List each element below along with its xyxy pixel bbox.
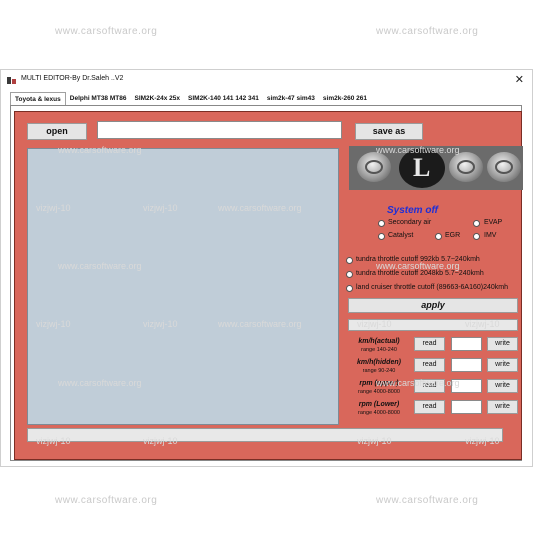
watermark-tag: vizjwj-10 bbox=[143, 319, 178, 329]
rpm-lower-field[interactable] bbox=[451, 400, 482, 414]
watermark-tag: vizjwj-10 bbox=[143, 203, 178, 213]
imv-label: IMV bbox=[484, 232, 497, 239]
tab-bar: Toyota & lexus Delphi MT38 MT86 SIM2K-24… bbox=[10, 92, 371, 107]
tab-delphi[interactable]: Delphi MT38 MT86 bbox=[66, 92, 131, 106]
kmh-actual-label: km/h(actual) bbox=[358, 338, 400, 345]
file-path-field[interactable] bbox=[97, 121, 342, 139]
kmh-hidden-label: km/h(hidden) bbox=[357, 359, 401, 366]
watermark-tag: vizjwj-10 bbox=[36, 319, 71, 329]
watermark-bottom-right: www.carsoftware.org bbox=[376, 495, 479, 506]
watermark-top-left: www.carsoftware.org bbox=[55, 26, 158, 37]
watermark-overlay: www.carsoftware.org bbox=[58, 378, 142, 388]
secondary-air-radio[interactable] bbox=[378, 220, 385, 227]
watermark-overlay: www.carsoftware.org bbox=[58, 261, 142, 271]
rpm-lower-write-button[interactable]: write bbox=[487, 400, 518, 414]
tab-sim2k-140[interactable]: SIM2K-140 141 142 341 bbox=[184, 92, 263, 106]
title-bar: MULTI EDITOR-By Dr.Saleh ..V2 ✕ bbox=[1, 70, 532, 92]
watermark-bottom-left: www.carsoftware.org bbox=[55, 495, 158, 506]
toyota-emblem-icon bbox=[487, 152, 521, 182]
evap-label: EVAP bbox=[484, 219, 503, 226]
secondary-air-label: Secondary air bbox=[388, 219, 432, 226]
watermark-overlay: www.carsoftware.org bbox=[58, 145, 142, 155]
system-status-label: System off bbox=[387, 205, 438, 216]
watermark-tag: vizjwj-10 bbox=[36, 436, 71, 446]
rpm-upper-range: range 4000-8000 bbox=[358, 389, 400, 395]
apply-button[interactable]: apply bbox=[348, 298, 518, 313]
kmh-hidden-write-button[interactable]: write bbox=[487, 358, 518, 372]
kmh-hidden-range: range 90-240 bbox=[362, 368, 396, 374]
watermark-top-right: www.carsoftware.org bbox=[376, 26, 479, 37]
throttle-option-2-radio[interactable] bbox=[346, 271, 353, 278]
main-panel: open save as L System off Secondary air … bbox=[14, 111, 523, 460]
watermark-tag: vizjwj-10 bbox=[357, 319, 392, 329]
toyota-emblem-icon bbox=[449, 152, 483, 182]
catalyst-label: Catalyst bbox=[388, 232, 414, 239]
watermark-tag: vizjwj-10 bbox=[357, 436, 392, 446]
imv-radio[interactable] bbox=[473, 233, 480, 240]
rpm-upper-write-button[interactable]: write bbox=[487, 379, 518, 393]
throttle-option-1-radio[interactable] bbox=[346, 257, 353, 264]
throttle-option-3-label: land cruiser throttle cutoff (89663-6A16… bbox=[356, 284, 509, 291]
tab-sim2k-47[interactable]: sim2k-47 sim43 bbox=[263, 92, 319, 106]
watermark-overlay: www.carsoftware.org bbox=[218, 319, 302, 329]
catalyst-radio[interactable] bbox=[378, 233, 385, 240]
watermark-overlay: www.carsoftware.org bbox=[376, 145, 460, 155]
kmh-actual-field[interactable] bbox=[451, 337, 482, 351]
open-button[interactable]: open bbox=[27, 123, 87, 140]
evap-radio[interactable] bbox=[473, 220, 480, 227]
kmh-hidden-read-button[interactable]: read bbox=[414, 358, 445, 372]
watermark-tag: vizjwj-10 bbox=[465, 436, 500, 446]
watermark-tag: vizjwj-10 bbox=[465, 319, 500, 329]
window-title: MULTI EDITOR-By Dr.Saleh ..V2 bbox=[21, 75, 124, 82]
close-icon[interactable]: ✕ bbox=[515, 73, 524, 86]
kmh-actual-write-button[interactable]: write bbox=[487, 337, 518, 351]
toyota-emblem-icon bbox=[357, 152, 391, 182]
status-bar bbox=[27, 428, 503, 442]
kmh-actual-range: range 140-240 bbox=[361, 347, 397, 353]
tab-sim2k-260[interactable]: sim2k-260 261 bbox=[319, 92, 371, 106]
egr-label: EGR bbox=[445, 232, 461, 239]
rpm-lower-range: range 4000-8000 bbox=[358, 410, 400, 416]
watermark-overlay: www.carsoftware.org bbox=[376, 378, 460, 388]
tab-sim2k-24x[interactable]: SIM2K-24x 25x bbox=[130, 92, 184, 106]
app-icon bbox=[7, 77, 16, 84]
throttle-option-3-radio[interactable] bbox=[346, 285, 353, 292]
watermark-overlay: www.carsoftware.org bbox=[218, 203, 302, 213]
kmh-hidden-field[interactable] bbox=[451, 358, 482, 372]
watermark-tag: vizjwj-10 bbox=[143, 436, 178, 446]
save-as-button[interactable]: save as bbox=[355, 123, 423, 140]
kmh-actual-read-button[interactable]: read bbox=[414, 337, 445, 351]
rpm-lower-read-button[interactable]: read bbox=[414, 400, 445, 414]
throttle-option-2-label: tundra throttle cutoff 2048kb 5.7~240kmh bbox=[356, 270, 484, 277]
egr-radio[interactable] bbox=[435, 233, 442, 240]
watermark-tag: vizjwj-10 bbox=[36, 203, 71, 213]
rpm-lower-label: rpm (Lower) bbox=[358, 401, 400, 408]
watermark-overlay: www.carsoftware.org bbox=[376, 261, 460, 271]
